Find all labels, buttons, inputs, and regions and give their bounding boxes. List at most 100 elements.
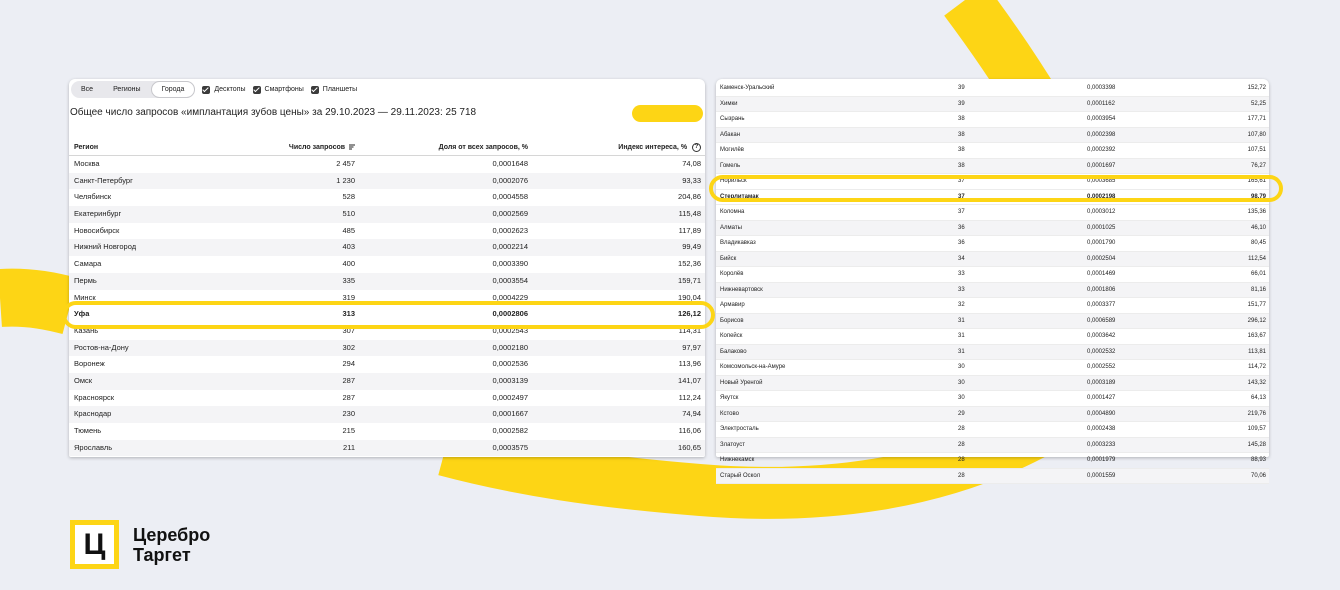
table-row[interactable]: Алматы 36 0,0001025 46,10 (716, 220, 1269, 236)
table-row[interactable]: Нижний Новгород 403 0,0002214 99,49 (69, 239, 705, 257)
table-row[interactable]: Королёв 33 0,0001469 66,01 (716, 267, 1269, 283)
table-row[interactable]: Абакан 38 0,0002398 107,80 (716, 127, 1269, 143)
share-cell: 0,0003954 (1087, 116, 1116, 122)
table-row[interactable]: Якутск 30 0,0001427 64,13 (716, 391, 1269, 407)
checkbox-desktops[interactable]: Десктопы (202, 85, 246, 94)
table-row[interactable]: Екатеринбург 510 0,0002569 115,48 (69, 206, 705, 223)
count-cell: 307 (342, 325, 355, 335)
table-row[interactable]: Кстово 29 0,0004890 219,76 (716, 406, 1269, 422)
table-row[interactable]: Старый Оскол 28 0,0001559 70,06 (716, 468, 1269, 484)
table-row[interactable]: Воронеж 294 0,0002536 113,96 (69, 356, 705, 373)
index-cell: 204,86 (678, 192, 701, 202)
count-cell: 37 (958, 209, 965, 215)
region-cell: Копейск (720, 333, 743, 339)
count-cell: 510 (342, 209, 355, 219)
table-row[interactable]: Электросталь 28 0,0002438 109,57 (716, 422, 1269, 438)
table-row[interactable]: Челябинск 528 0,0004558 204,86 (69, 189, 705, 206)
index-cell: 115,48 (678, 209, 701, 219)
share-cell: 0,0003398 (1087, 85, 1116, 91)
table-row[interactable]: Химки 39 0,0001162 52,25 (716, 96, 1269, 112)
help-icon[interactable]: ? (692, 142, 701, 152)
table-row[interactable]: Ярославль 211 0,0003575 160,65 (69, 439, 705, 457)
table-row[interactable]: Могилёв 38 0,0002392 107,51 (716, 143, 1269, 159)
table-row[interactable]: Краснодар 230 0,0001667 74,94 (69, 406, 705, 423)
region-cell: Абакан (720, 131, 741, 138)
table-row[interactable]: Уфа 313 0,0002806 126,12 (69, 306, 705, 323)
index-cell: 177,71 (1247, 116, 1266, 122)
total-queries-summary: Общее число запросов «имплантация зубов … (70, 107, 477, 118)
table-row[interactable]: Москва 2 457 0,0001648 74,08 (69, 156, 705, 173)
table-row[interactable]: Коломна 37 0,0003012 135,36 (716, 205, 1269, 221)
table-row[interactable]: Новый Уренгой 30 0,0003189 143,32 (716, 375, 1269, 391)
index-cell: 109,57 (1247, 426, 1266, 432)
table-row[interactable]: Самара 400 0,0003390 152,36 (69, 256, 705, 273)
table-row[interactable]: Сызрань 38 0,0003954 177,71 (716, 112, 1269, 128)
checkbox-tablets[interactable]: Планшеты (310, 85, 358, 94)
checkbox-smartphones[interactable]: Смартфоны (252, 85, 304, 94)
count-cell: 403 (342, 242, 355, 252)
region-cell: Якутск (720, 395, 739, 401)
table-row[interactable]: Новосибирск 485 0,0002623 117,89 (69, 223, 705, 240)
download-button[interactable] (632, 105, 703, 122)
region-cell: Санкт-Петербург (74, 175, 133, 185)
logo-text: Церебро Таргет (133, 525, 210, 565)
tab-cities[interactable]: Города (150, 81, 196, 98)
table-row[interactable]: Армавир 32 0,0003377 151,77 (716, 298, 1269, 314)
logo-mark: Ц (70, 520, 119, 569)
table-row[interactable]: Стерлитамак 37 0,0002198 98,79 (716, 189, 1269, 205)
region-cell: Электросталь (720, 426, 759, 432)
count-cell: 33 (958, 286, 965, 293)
share-cell: 0,0002180 (492, 342, 528, 352)
table-row[interactable]: Санкт-Петербург 1 230 0,0002076 93,33 (69, 172, 705, 190)
region-cell: Балаково (720, 348, 747, 355)
share-cell: 0,0002532 (1087, 348, 1116, 355)
share-cell: 0,0004890 (1087, 410, 1116, 417)
table-row[interactable]: Пермь 335 0,0003554 159,71 (69, 272, 705, 290)
table-row[interactable]: Гомель 38 0,0001697 76,27 (716, 158, 1269, 174)
table-row[interactable]: Златоуст 28 0,0003233 145,28 (716, 437, 1269, 453)
header-interest-index[interactable]: Индекс интереса, % ? (618, 140, 701, 155)
table-row[interactable]: Тюмень 215 0,0002582 116,06 (69, 423, 705, 440)
checkbox-checked-icon (310, 85, 319, 94)
table-row[interactable]: Копейск 31 0,0003642 163,67 (716, 329, 1269, 345)
index-cell: 76,27 (1250, 162, 1266, 169)
count-cell: 335 (342, 275, 355, 285)
index-cell: 135,36 (1247, 209, 1266, 215)
table-row[interactable]: Норильск 37 0,0003685 165,61 (716, 174, 1269, 190)
table-row[interactable]: Нижнекамск 28 0,0001979 88,93 (716, 453, 1269, 469)
tab-regions[interactable]: Регионы (103, 81, 151, 98)
share-cell: 0,0003554 (492, 275, 528, 285)
table-row[interactable]: Минск 319 0,0004229 190,04 (69, 290, 705, 307)
share-cell: 0,0002543 (492, 325, 528, 335)
index-cell: 93,33 (682, 175, 701, 185)
table-row[interactable]: Омск 287 0,0003139 141,07 (69, 372, 705, 390)
share-cell: 0,0001025 (1087, 224, 1116, 231)
region-cell: Владикавказ (720, 240, 756, 246)
header-share[interactable]: Доля от всех запросов, % (439, 140, 528, 155)
checkbox-checked-icon (202, 85, 211, 94)
header-region[interactable]: Регион (74, 140, 98, 155)
header-query-count[interactable]: Число запросов (289, 140, 355, 155)
share-cell: 0,0001162 (1087, 100, 1115, 107)
index-cell: 88,93 (1250, 457, 1266, 463)
count-cell: 302 (342, 342, 355, 352)
table-row[interactable]: Балаково 31 0,0002532 113,81 (716, 344, 1269, 360)
index-cell: 159,71 (678, 275, 701, 285)
table-row[interactable]: Казань 307 0,0002543 114,31 (69, 323, 705, 340)
table-row[interactable]: Каменск-Уральский 39 0,0003398 152,72 (716, 81, 1269, 97)
count-cell: 215 (342, 426, 355, 435)
checkbox-tablets-label: Планшеты (322, 86, 358, 93)
share-cell: 0,0002552 (1087, 364, 1116, 370)
table-row[interactable]: Владикавказ 36 0,0001790 80,45 (716, 236, 1269, 252)
tab-all[interactable]: Все (71, 81, 103, 98)
table-row[interactable]: Нижневартовск 33 0,0001806 81,16 (716, 282, 1269, 298)
index-cell: 151,77 (1247, 302, 1266, 308)
index-cell: 165,61 (1247, 178, 1266, 184)
table-row[interactable]: Бийск 34 0,0002504 112,54 (716, 251, 1269, 267)
table-row[interactable]: Ростов-на-Дону 302 0,0002180 97,97 (69, 339, 705, 357)
table-row[interactable]: Комсомольск-на-Амуре 30 0,0002552 114,72 (716, 360, 1269, 376)
table-row[interactable]: Борисов 31 0,0006589 296,12 (716, 313, 1269, 329)
share-cell: 0,0002504 (1087, 255, 1116, 262)
table-row[interactable]: Красноярск 287 0,0002497 112,24 (69, 390, 705, 407)
share-cell: 0,0003189 (1087, 379, 1116, 386)
